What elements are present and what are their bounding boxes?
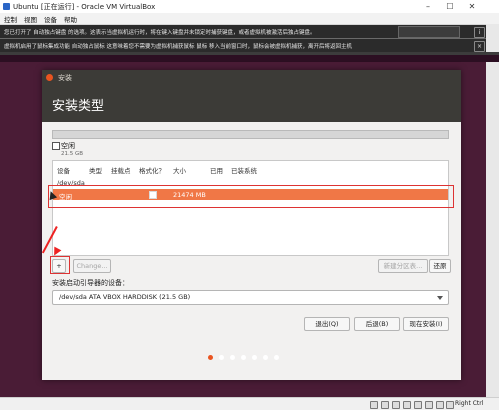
boot-loader-select[interactable]: /dev/sda ATA VBOX HARDDISK (21.5 GB) xyxy=(52,290,449,305)
column-mount: 挂载点 xyxy=(111,167,131,175)
close-button[interactable]: ✕ xyxy=(462,0,482,13)
progress-dot xyxy=(263,355,268,360)
network-icon[interactable] xyxy=(403,401,411,409)
menu-view[interactable]: 视图 xyxy=(24,14,37,24)
ubuntu-top-panel xyxy=(0,52,499,62)
maximize-button[interactable]: ☐ xyxy=(440,0,460,13)
boot-loader-label: 安装启动引导器的设备： xyxy=(52,279,129,287)
host-key-label: Right Ctrl xyxy=(455,400,484,407)
display-icon[interactable] xyxy=(436,401,444,409)
progress-dot xyxy=(219,355,224,360)
panel-bar xyxy=(0,52,499,55)
optical-drive-icon[interactable] xyxy=(381,401,389,409)
progress-dot xyxy=(208,355,213,360)
annotation-box-selected-row xyxy=(48,185,454,208)
notice-highlight xyxy=(398,26,460,38)
window-title: Ubuntu [正在运行] - Oracle VM VirtualBox xyxy=(13,3,156,11)
installer-titlebar: 安装 xyxy=(42,70,461,85)
notice-text: 虚拟机启用了鼠标集成功能 自动独占鼠标 这意味着您不需要为虚拟机捕获鼠标 鼠标 … xyxy=(4,44,352,50)
notice-info-icon[interactable]: i xyxy=(474,27,485,38)
free-space-legend-icon xyxy=(52,142,60,150)
shared-folder-icon[interactable] xyxy=(425,401,433,409)
revert-button[interactable]: 还原 xyxy=(429,259,451,273)
minimize-button[interactable]: – xyxy=(418,0,438,13)
installer-header: 安装类型 xyxy=(42,85,461,122)
column-size: 大小 xyxy=(173,167,186,175)
new-partition-table-button[interactable]: 新建分区表... xyxy=(378,259,428,273)
disk-usage-bar xyxy=(52,130,449,139)
install-now-button[interactable]: 现在安装(I) xyxy=(403,317,449,331)
progress-dot xyxy=(230,355,235,360)
vm-right-edge xyxy=(486,24,499,409)
mouse-integration-notice: 虚拟机启用了鼠标集成功能 自动独占鼠标 这意味着您不需要为虚拟机捕获鼠标 鼠标 … xyxy=(0,39,486,53)
installer-title: 安装 xyxy=(58,74,72,82)
page-title: 安装类型 xyxy=(52,99,105,114)
menu-control[interactable]: 控制 xyxy=(4,14,17,24)
quit-button[interactable]: 退出(Q) xyxy=(304,317,350,331)
partition-table: 设备 类型 挂载点 格式化？ 大小 已用 已装系统 /dev/sda 空闲 21… xyxy=(52,160,449,256)
menu-help[interactable]: 帮助 xyxy=(64,14,77,24)
progress-dot xyxy=(274,355,279,360)
free-space-label: 空闲 xyxy=(61,142,75,150)
vm-statusbar: Right Ctrl xyxy=(0,397,499,410)
chevron-down-icon xyxy=(437,296,443,300)
column-format: 格式化？ xyxy=(139,167,165,175)
add-partition-button[interactable]: + xyxy=(52,259,66,273)
virtualbox-icon xyxy=(3,3,10,10)
boot-loader-value: /dev/sda ATA VBOX HARDDISK (21.5 GB) xyxy=(59,293,191,301)
window-titlebar: Ubuntu [正在运行] - Oracle VM VirtualBox – ☐… xyxy=(0,0,499,14)
column-used: 已用 xyxy=(210,167,223,175)
audio-icon[interactable] xyxy=(392,401,400,409)
notice-close-icon[interactable]: × xyxy=(474,41,485,52)
change-partition-button[interactable]: Change... xyxy=(73,259,111,273)
close-icon[interactable] xyxy=(46,74,53,81)
progress-dot xyxy=(241,355,246,360)
keyboard-capture-notice: 您已打开了 自动独占键盘 的选项。这表示当虚拟机运行时，将在键入键盘并未锁定时捕… xyxy=(0,25,486,39)
notice-text: 您已打开了 自动独占键盘 的选项。这表示当虚拟机运行时，将在键入键盘并未锁定时捕… xyxy=(4,30,316,36)
hard-disk-icon[interactable] xyxy=(370,401,378,409)
column-system: 已装系统 xyxy=(231,167,257,175)
free-space-size: 21.5 GB xyxy=(61,151,84,157)
column-type: 类型 xyxy=(89,167,102,175)
keyboard-icon[interactable] xyxy=(446,401,454,409)
menubar: 控制 视图 设备 帮助 xyxy=(0,13,499,25)
column-device: 设备 xyxy=(57,167,70,175)
menu-devices[interactable]: 设备 xyxy=(44,14,57,24)
usb-icon[interactable] xyxy=(414,401,422,409)
back-button[interactable]: 后退(B) xyxy=(354,317,400,331)
progress-dot xyxy=(252,355,257,360)
